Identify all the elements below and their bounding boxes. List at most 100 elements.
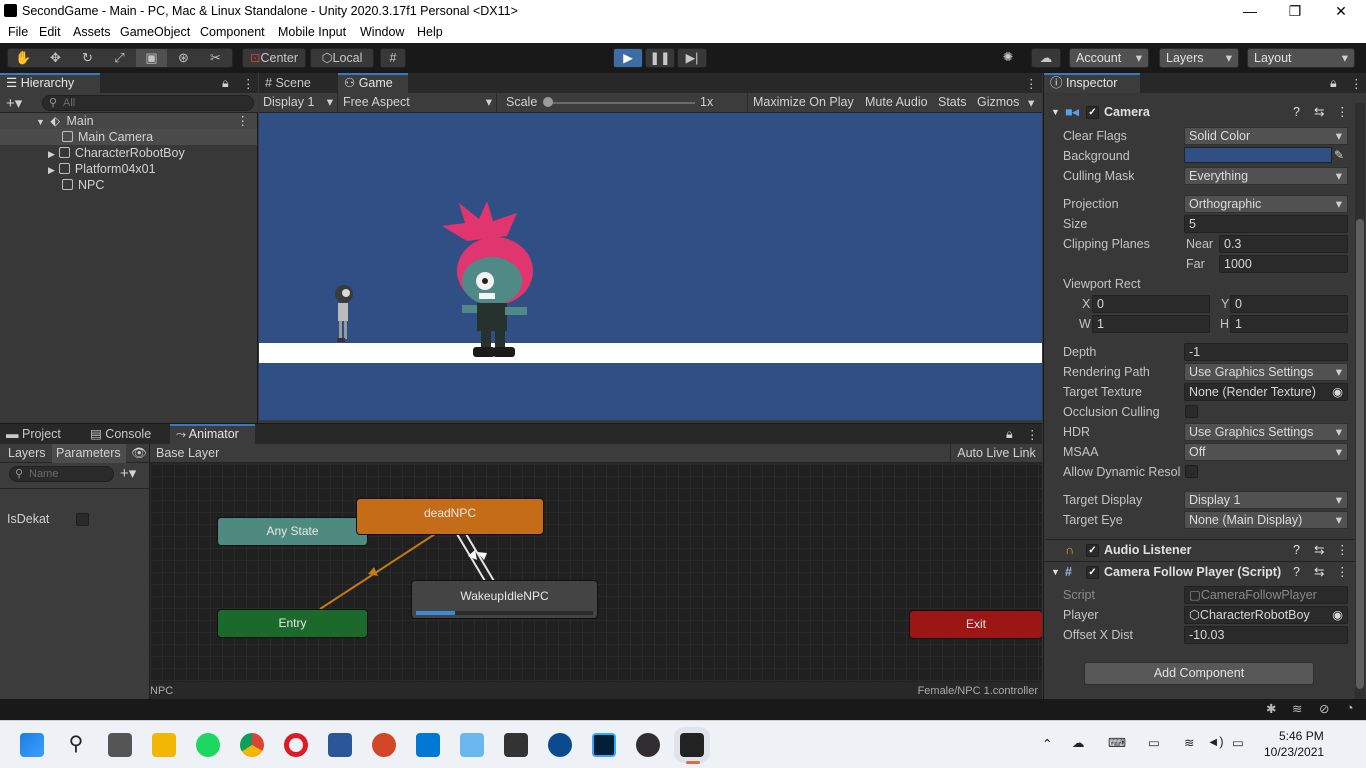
close-icon[interactable]: ✕ <box>1321 1 1361 21</box>
msaa-dropdown[interactable]: Off <box>1184 443 1348 461</box>
depth-field[interactable]: -1 <box>1184 343 1348 361</box>
target-display-dropdown[interactable]: Display 1 <box>1184 491 1348 509</box>
tab-scene[interactable]: # Scene <box>259 73 337 93</box>
stats-toggle[interactable]: Stats <box>938 95 967 109</box>
menu-help[interactable]: Help <box>417 25 443 39</box>
layers-status-icon[interactable]: ≋ <box>1292 701 1302 716</box>
wakeupidle-state-node[interactable]: WakeupIdleNPC <box>412 581 597 618</box>
pause-button[interactable]: ❚❚ <box>645 48 675 68</box>
display-icon[interactable]: ▭ <box>1148 735 1160 750</box>
add-icon[interactable]: +▾ <box>6 94 22 112</box>
move-tool-icon[interactable]: ✥ <box>40 49 71 67</box>
game-viewport[interactable] <box>259 113 1042 420</box>
size-field[interactable]: 5 <box>1184 215 1348 233</box>
breadcrumb-base-layer[interactable]: Base Layer <box>156 446 219 460</box>
panel-menu-icon[interactable]: ⋮ <box>1350 76 1363 91</box>
hierarchy-item-character-robot-boy[interactable]: ▶ CharacterRobotBoy <box>0 145 257 161</box>
chevron-up-icon[interactable]: ⌃ <box>1042 736 1052 751</box>
near-field[interactable]: 0.3 <box>1219 235 1348 253</box>
gizmos-chevron-icon[interactable]: ▾ <box>1028 95 1034 110</box>
display-dropdown[interactable]: Display 1 ▾ <box>259 93 338 112</box>
help-icon[interactable]: ? <box>1293 102 1300 123</box>
audio-listener-header[interactable]: ∩ ✓ Audio Listener ? ⇆ ⋮ <box>1045 539 1355 561</box>
windows-start-icon[interactable] <box>20 733 44 757</box>
hierarchy-item-main-camera[interactable]: Main Camera <box>0 129 257 145</box>
chrome-icon[interactable] <box>240 733 264 757</box>
object-picker-icon[interactable]: ◉ <box>1332 384 1343 401</box>
hierarchy-search-input[interactable]: ⚲ All <box>42 95 254 111</box>
rendering-path-dropdown[interactable]: Use Graphics Settings <box>1184 363 1348 381</box>
dynamic-resolution-checkbox[interactable] <box>1185 465 1198 478</box>
viewport-w-field[interactable]: 1 <box>1092 315 1210 333</box>
mute-audio-toggle[interactable]: Mute Audio <box>865 95 928 109</box>
entry-node[interactable]: Entry <box>218 610 367 637</box>
clock-date[interactable]: 10/23/2021 <box>1264 745 1324 759</box>
restore-icon[interactable]: ❐ <box>1275 1 1315 21</box>
unity-editor-icon[interactable] <box>680 733 704 757</box>
projection-dropdown[interactable]: Orthographic <box>1184 195 1348 213</box>
lock-icon[interactable]: 🔒︎ <box>1330 76 1337 91</box>
add-component-button[interactable]: Add Component <box>1084 662 1314 685</box>
menu-component[interactable]: Component <box>200 25 265 39</box>
menu-window[interactable]: Window <box>360 25 404 39</box>
panel-menu-icon[interactable]: ⋮ <box>242 76 255 91</box>
minimize-icon[interactable]: — <box>1230 1 1270 21</box>
scrollbar-thumb[interactable] <box>1356 219 1364 689</box>
menu-assets[interactable]: Assets <box>73 25 111 39</box>
word-icon[interactable] <box>328 733 352 757</box>
any-state-node[interactable]: Any State <box>218 518 367 545</box>
player-field[interactable]: ⬡CharacterRobotBoy ◉ <box>1184 606 1348 624</box>
notifications-icon[interactable]: ◔ <box>1346 701 1354 715</box>
task-view-icon[interactable] <box>108 733 132 757</box>
hdr-dropdown[interactable]: Use Graphics Settings <box>1184 423 1348 441</box>
no-network-icon[interactable]: ⊘ <box>1319 701 1329 716</box>
culling-mask-dropdown[interactable]: Everything <box>1184 167 1348 185</box>
parameter-search-input[interactable]: ⚲ Name <box>9 466 114 482</box>
debug-icon[interactable]: ✱ <box>1266 701 1276 716</box>
lock-icon[interactable]: 🔒︎ <box>222 76 229 91</box>
tab-game[interactable]: ⚇ Game <box>338 73 408 93</box>
rect-tool-icon[interactable]: ▣ <box>136 49 167 67</box>
scale-slider-thumb[interactable] <box>543 97 553 107</box>
camera-follow-checkbox[interactable]: ✓ <box>1086 566 1099 579</box>
battery-icon[interactable]: ▭ <box>1232 735 1244 750</box>
menu-gameobject[interactable]: GameObject <box>120 25 190 39</box>
eyedropper-icon[interactable]: ✎ <box>1334 148 1344 162</box>
panel-menu-icon[interactable]: ⋮ <box>1026 427 1039 442</box>
viewport-y-field[interactable]: 0 <box>1230 295 1348 313</box>
hierarchy-item-platform[interactable]: ▶ Platform04x01 <box>0 161 257 177</box>
help-icon[interactable]: ? <box>1293 562 1300 583</box>
layers-dropdown[interactable]: Layers <box>1159 48 1239 68</box>
pivot-local-button[interactable]: ⬡Local <box>310 48 374 68</box>
tab-hierarchy[interactable]: ☰ Hierarchy <box>0 73 100 93</box>
menu-mobile-input[interactable]: Mobile Input <box>278 25 346 39</box>
volume-icon[interactable]: ◄) <box>1207 735 1224 749</box>
preset-icon[interactable]: ⇆ <box>1314 540 1324 561</box>
app-icon[interactable] <box>548 733 572 757</box>
tab-console[interactable]: ▤ Console <box>84 424 168 444</box>
file-explorer-icon[interactable] <box>152 733 176 757</box>
panel-menu-icon[interactable]: ⋮ <box>1025 76 1038 91</box>
unity-hub-icon[interactable] <box>504 733 528 757</box>
lock-icon[interactable]: 🔒︎ <box>1006 427 1013 442</box>
param-checkbox[interactable] <box>76 513 89 526</box>
opera-icon[interactable] <box>284 733 308 757</box>
inspector-scrollbar[interactable] <box>1355 103 1365 699</box>
viewport-x-field[interactable]: 0 <box>1092 295 1210 313</box>
aspect-dropdown[interactable]: Free Aspect ▾ <box>339 93 497 112</box>
target-texture-field[interactable]: None (Render Texture) ◉ <box>1184 383 1348 401</box>
play-button[interactable]: ▶ <box>613 48 643 68</box>
viewport-h-field[interactable]: 1 <box>1230 315 1348 333</box>
layout-dropdown[interactable]: Layout <box>1247 48 1355 68</box>
parameters-tab[interactable]: Parameters <box>52 444 126 463</box>
vscode-icon[interactable] <box>416 733 440 757</box>
target-eye-dropdown[interactable]: None (Main Display) <box>1184 511 1348 529</box>
scene-menu-icon[interactable]: ⋮ <box>237 113 250 129</box>
powerpoint-icon[interactable] <box>372 733 396 757</box>
rotate-tool-icon[interactable]: ↻ <box>72 49 103 67</box>
camera-follow-header[interactable]: ▼ # ✓ Camera Follow Player (Script) ? ⇆ … <box>1045 561 1355 583</box>
help-icon[interactable]: ? <box>1293 540 1300 561</box>
component-menu-icon[interactable]: ⋮ <box>1336 102 1349 123</box>
preset-icon[interactable]: ⇆ <box>1314 562 1324 583</box>
exit-node[interactable]: Exit <box>910 611 1042 638</box>
